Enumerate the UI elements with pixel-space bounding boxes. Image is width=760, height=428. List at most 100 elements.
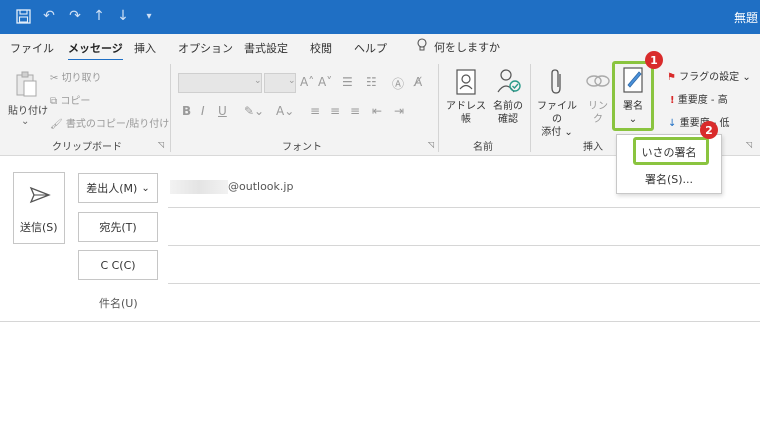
follow-up-button[interactable]: ⚑ フラグの設定 ⌄ (667, 68, 751, 83)
step-badge-2: 2 (700, 121, 718, 139)
message-body[interactable] (0, 322, 760, 428)
to-button[interactable]: 宛先(T) (78, 212, 158, 242)
attach-label-1: ファイルの (537, 101, 577, 125)
check-names-icon (495, 66, 523, 99)
paste-button[interactable]: 貼り付け (8, 102, 48, 117)
font-name-chevron-icon[interactable]: ⌄ (254, 76, 262, 86)
check-names-button[interactable]: 名前の 確認 (490, 100, 526, 126)
format-painter-label: 書式のコピー/貼り付け (65, 119, 170, 130)
underline-icon[interactable]: U (218, 104, 227, 118)
grow-font-icon[interactable]: A˄ (300, 75, 314, 89)
numbering-icon[interactable]: ☷ (366, 75, 377, 89)
paste-dropdown-icon[interactable]: ⌄ (21, 116, 29, 127)
font-name-input[interactable] (178, 73, 262, 93)
to-label: 宛先(T) (99, 221, 137, 234)
flag-label: フラグの設定 (679, 72, 740, 83)
email-blurred (170, 180, 228, 194)
link-icon (585, 70, 611, 95)
check-names-label-1: 名前の (493, 101, 523, 112)
from-divider (168, 207, 760, 208)
send-label: 送信(S) (20, 221, 58, 234)
insert-group-label: 挿入 (583, 142, 603, 153)
redo-icon[interactable]: ↷ (66, 7, 84, 25)
lightbulb-icon (416, 38, 428, 55)
from-chevron-icon: ⌄ (141, 182, 150, 194)
customize-icon[interactable]: ▾ (140, 7, 158, 25)
from-label: 差出人(M) (86, 182, 138, 195)
check-names-label-2: 確認 (498, 114, 518, 125)
signatures-menu-item[interactable]: 署名(S)... (617, 171, 721, 187)
tab-options[interactable]: オプション (178, 40, 233, 56)
high-importance-label: 重要度 - 高 (677, 95, 728, 106)
flag-icon: ⚑ (667, 72, 676, 83)
paperclip-icon (549, 68, 565, 99)
cc-divider (168, 283, 760, 284)
align-left-icon[interactable]: ≡ (310, 104, 320, 118)
tab-help[interactable]: ヘルプ (354, 40, 387, 56)
cc-input[interactable] (168, 250, 760, 282)
align-right-icon[interactable]: ≡ (350, 104, 360, 118)
font-launcher-icon[interactable]: ◹ (428, 140, 434, 149)
tags-launcher-icon[interactable]: ◹ (746, 140, 752, 149)
cut-button[interactable]: ✂ 切り取り (50, 69, 102, 84)
send-button[interactable]: 送信(S) (13, 172, 65, 244)
font-group-label: フォント (282, 142, 322, 153)
tab-message[interactable]: メッセージ (68, 40, 123, 61)
cut-label: 切り取り (61, 73, 102, 84)
signature-highlight (612, 61, 654, 131)
clipboard-group-label: クリップボード (52, 142, 122, 153)
font-size-chevron-icon[interactable]: ⌄ (288, 76, 296, 86)
font-color-icon[interactable]: A⌄ (276, 104, 294, 118)
undo-icon[interactable]: ↶ (40, 7, 58, 25)
group-separator (530, 64, 531, 152)
highlight-color-icon[interactable]: ✎⌄ (244, 104, 264, 118)
window-title: 無題 (733, 11, 758, 25)
decrease-indent-icon[interactable]: ⇤ (372, 104, 382, 118)
format-painter-button[interactable]: 🖌 書式のコピー/貼り付け (50, 115, 169, 130)
from-email: @outlook.jp (228, 180, 294, 193)
tab-format[interactable]: 書式設定 (244, 40, 288, 56)
tab-insert[interactable]: 挿入 (134, 40, 156, 56)
copy-button[interactable]: ⧉ コピー (50, 92, 90, 107)
high-importance-button[interactable]: ! 重要度 - 高 (670, 91, 728, 106)
exclamation-icon: ! (670, 95, 675, 106)
to-input[interactable] (168, 212, 760, 244)
address-book-icon (455, 68, 477, 99)
tab-file[interactable]: ファイル (10, 40, 54, 56)
copy-label: コピー (60, 96, 91, 107)
attach-label-2: 添付 (541, 127, 562, 138)
cc-button[interactable]: C C(C) (78, 250, 158, 280)
to-divider (168, 245, 760, 246)
title-bar: ↶ ↷ ↑ ↓ ▾ 無題 (0, 0, 760, 34)
paste-icon (14, 70, 38, 101)
clipboard-launcher-icon[interactable]: ◹ (158, 140, 164, 149)
cc-label: C C(C) (100, 258, 136, 272)
attach-file-button[interactable]: ファイルの 添付 ⌄ (534, 100, 580, 139)
italic-icon[interactable]: I (201, 104, 205, 118)
tell-me-label: 何をしますか (434, 40, 500, 54)
align-center-icon[interactable]: ≡ (330, 104, 340, 118)
clear-format-icon[interactable]: Ⓐ (392, 75, 404, 92)
bullets-icon[interactable]: ☰ (342, 75, 353, 89)
increase-indent-icon[interactable]: ⇥ (394, 104, 404, 118)
up-icon[interactable]: ↑ (90, 7, 108, 25)
address-book-button[interactable]: アドレス帳 (444, 100, 488, 126)
bold-icon[interactable]: B (182, 104, 191, 118)
link-button[interactable]: リンク (584, 100, 612, 126)
shrink-font-icon[interactable]: A˅ (318, 75, 332, 89)
subject-input[interactable] (168, 287, 760, 319)
down-arrow-icon: ↓ (668, 118, 677, 129)
styles-icon[interactable]: A̸ (414, 75, 422, 89)
down-icon[interactable]: ↓ (114, 7, 132, 25)
step-badge-1: 1 (645, 51, 663, 69)
tab-review[interactable]: 校閲 (310, 40, 332, 56)
signature-item-highlight (633, 137, 709, 165)
group-separator (438, 64, 439, 152)
save-icon[interactable] (14, 7, 32, 25)
tell-me[interactable]: 何をしますか (416, 38, 500, 55)
low-importance-button[interactable]: ↓ 重要度 - 低 (668, 114, 730, 129)
names-group-label: 名前 (473, 142, 493, 153)
send-icon (29, 186, 51, 207)
subject-label: 件名(U) (99, 297, 138, 310)
from-button[interactable]: 差出人(M) ⌄ (78, 173, 158, 203)
